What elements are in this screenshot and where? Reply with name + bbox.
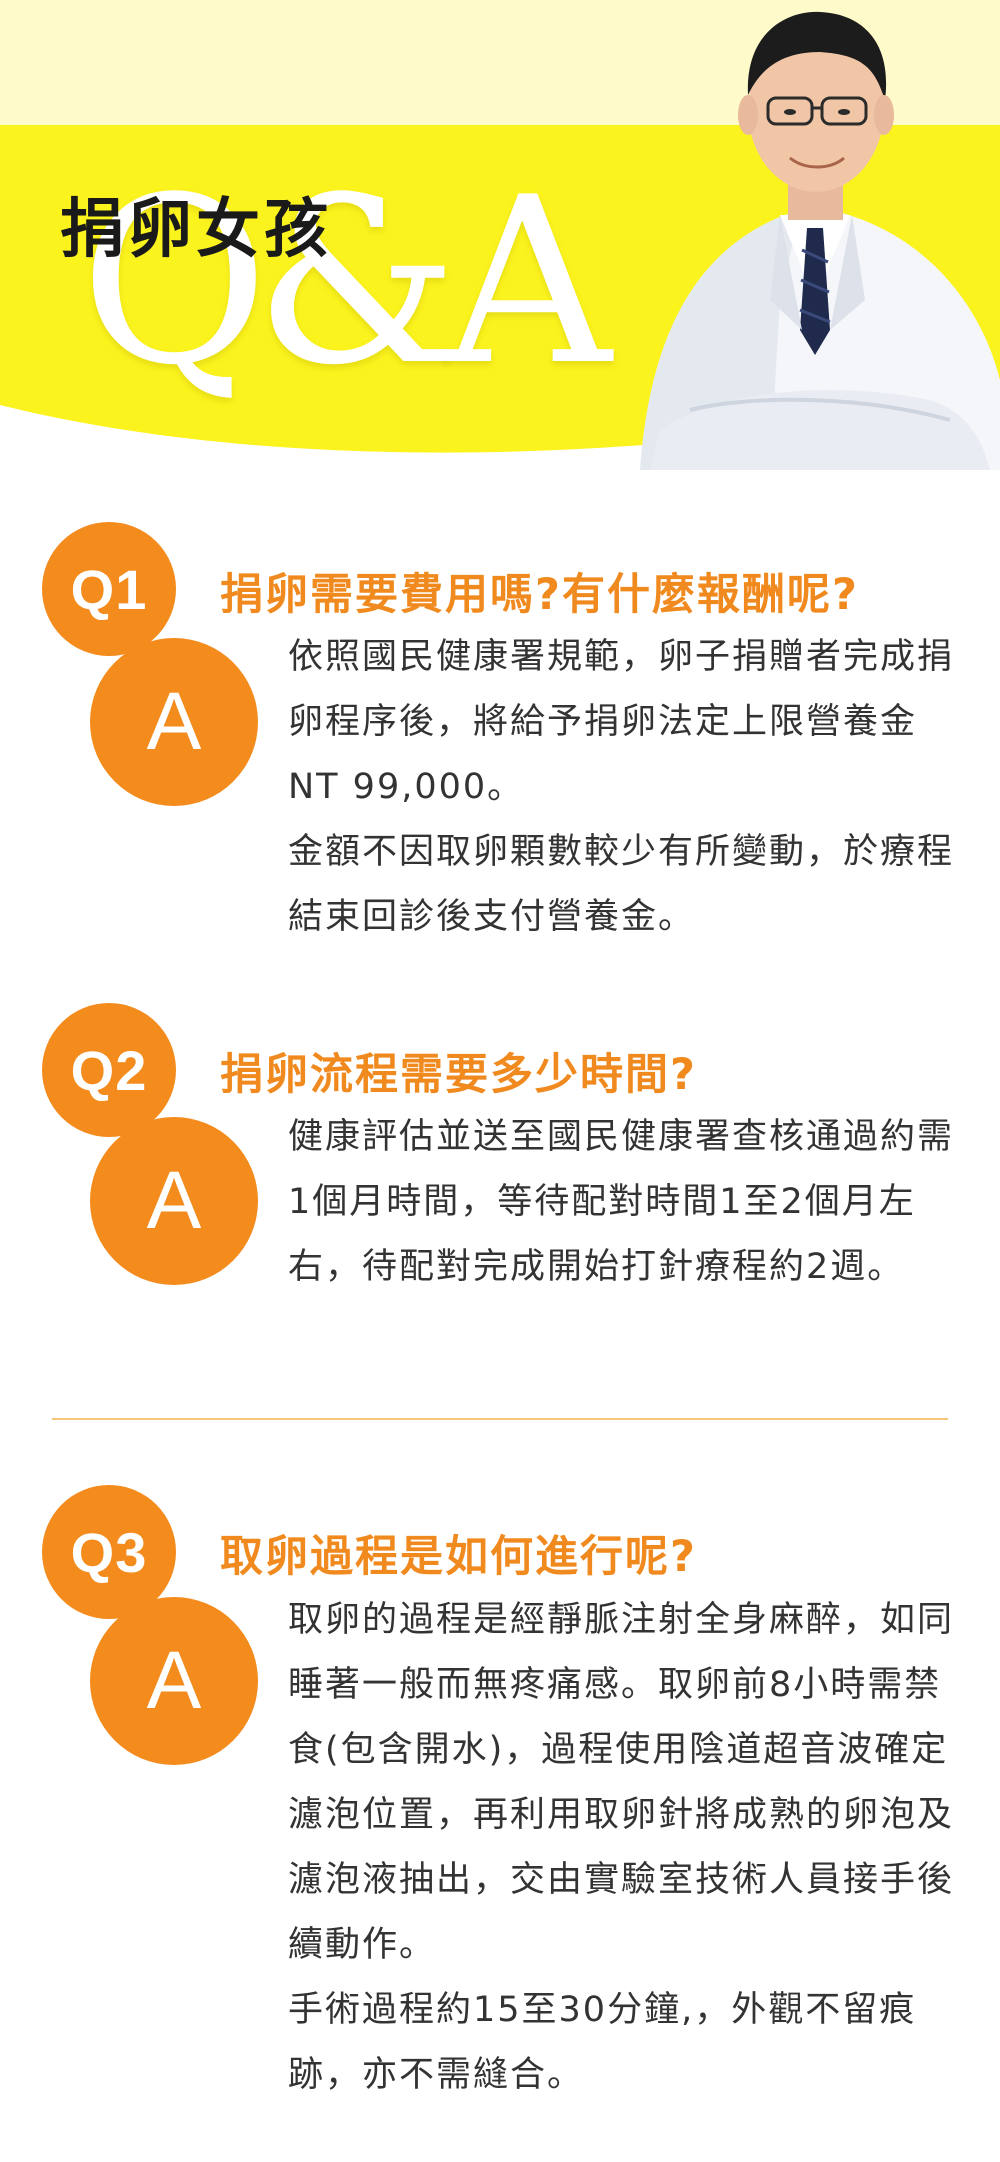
question-2: 捐卵流程需要多少時間? bbox=[220, 1050, 697, 1100]
answer-2: 健康評估並送至國民健康署查核通過約需1個月時間，等待配對時間1至2個月左右，待配… bbox=[288, 1105, 958, 1300]
doctor-portrait bbox=[640, 11, 1000, 470]
header-banner: Q&A 捐卵女孩 bbox=[0, 0, 1000, 480]
q2-badge: Q2 bbox=[42, 1003, 176, 1137]
answer-1: 依照國民健康署規範，卵子捐贈者完成捐卵程序後，將給予捐卵法定上限營養金 NT 9… bbox=[288, 625, 958, 950]
a3-badge: A bbox=[90, 1597, 258, 1765]
section-divider bbox=[52, 1418, 948, 1420]
answer-1-paragraph-1: 依照國民健康署規範，卵子捐贈者完成捐卵程序後，將給予捐卵法定上限營養金 NT 9… bbox=[288, 637, 955, 807]
answer-2-paragraph-1: 健康評估並送至國民健康署查核通過約需1個月時間，等待配對時間1至2個月左右，待配… bbox=[288, 1117, 955, 1287]
page-title: 捐卵女孩 bbox=[60, 193, 332, 267]
q1-badge: Q1 bbox=[42, 522, 176, 656]
answer-3-paragraph-1: 取卵的過程是經靜脈注射全身麻醉，如同睡著一般而無疼痛感。取卵前8小時需禁食(包含… bbox=[288, 1600, 955, 1965]
a1-badge: A bbox=[90, 638, 258, 806]
question-3: 取卵過程是如何進行呢? bbox=[220, 1532, 697, 1582]
a2-badge: A bbox=[90, 1117, 258, 1285]
answer-3-paragraph-2: 手術過程約15至30分鐘,，外觀不留痕跡，亦不需縫合。 bbox=[288, 1990, 917, 2095]
answer-1-paragraph-2: 金額不因取卵顆數較少有所變動，於療程結束回診後支付營養金。 bbox=[288, 832, 955, 937]
question-1: 捐卵需要費用嗎?有什麼報酬呢? bbox=[220, 570, 859, 620]
answer-3: 取卵的過程是經靜脈注射全身麻醉，如同睡著一般而無疼痛感。取卵前8小時需禁食(包含… bbox=[288, 1588, 958, 2108]
